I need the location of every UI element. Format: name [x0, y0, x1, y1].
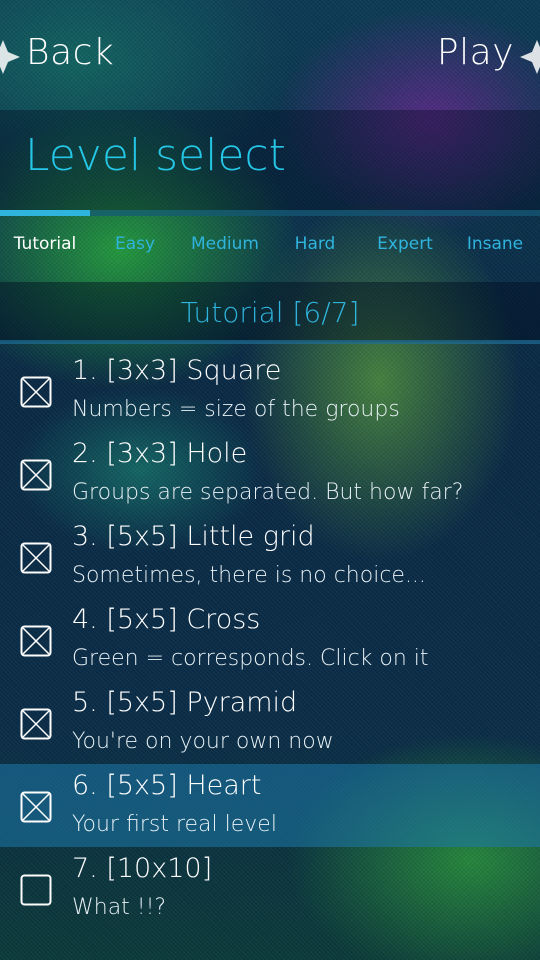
- level-title: 5. [5x5] Pyramid: [72, 687, 298, 718]
- level-subtitle: Sometimes, there is no choice...: [72, 563, 426, 588]
- level-subtitle: Green = corresponds. Click on it: [72, 646, 429, 671]
- level-row[interactable]: 6. [5x5] Heart Your first real level: [0, 764, 540, 847]
- checked-box-icon: [20, 542, 52, 574]
- page-title: Level select: [25, 130, 286, 181]
- tab-tutorial[interactable]: Tutorial: [0, 234, 90, 254]
- section-divider: [0, 340, 540, 344]
- level-subtitle: What !!?: [72, 895, 167, 920]
- level-row[interactable]: 3. [5x5] Little grid Sometimes, there is …: [0, 515, 540, 598]
- level-row[interactable]: 5. [5x5] Pyramid You're on your own now: [0, 681, 540, 764]
- level-list: 1. [3x3] Square Numbers = size of the gro…: [0, 349, 540, 930]
- tab-medium[interactable]: Medium: [180, 234, 270, 254]
- tab-easy[interactable]: Easy: [90, 234, 180, 254]
- tab-hard[interactable]: Hard: [270, 234, 360, 254]
- level-title: 1. [3x3] Square: [72, 355, 282, 386]
- tab-indicator: [0, 210, 90, 216]
- tab-insane[interactable]: Insane: [450, 234, 540, 254]
- empty-box-icon: [20, 874, 52, 906]
- level-title: 3. [5x5] Little grid: [72, 521, 315, 552]
- checked-box-icon: [20, 625, 52, 657]
- difficulty-tabs: Tutorial Easy Medium Hard Expert Insane: [0, 234, 540, 264]
- level-title: 4. [5x5] Cross: [72, 604, 261, 635]
- level-title: 7. [10x10]: [72, 853, 213, 884]
- checked-box-icon: [20, 708, 52, 740]
- level-row[interactable]: 4. [5x5] Cross Green = corresponds. Click…: [0, 598, 540, 681]
- level-title: 2. [3x3] Hole: [72, 438, 248, 469]
- checked-box-icon: [20, 791, 52, 823]
- tab-expert[interactable]: Expert: [360, 234, 450, 254]
- level-title: 6. [5x5] Heart: [72, 770, 262, 801]
- play-button[interactable]: Play: [437, 32, 514, 73]
- level-subtitle: You're on your own now: [72, 729, 334, 754]
- level-subtitle: Groups are separated. But how far?: [72, 480, 464, 505]
- top-navigation: Back Play: [0, 0, 540, 110]
- back-sparkle-icon: [0, 40, 20, 74]
- level-row[interactable]: 2. [3x3] Hole Groups are separated. But h…: [0, 432, 540, 515]
- level-subtitle: Numbers = size of the groups: [72, 397, 400, 422]
- level-row[interactable]: 7. [10x10] What !!?: [0, 847, 540, 930]
- section-title: Tutorial [6/7]: [180, 296, 360, 329]
- checked-box-icon: [20, 376, 52, 408]
- checked-box-icon: [20, 459, 52, 491]
- back-button[interactable]: Back: [26, 32, 114, 73]
- play-sparkle-icon: [520, 40, 540, 74]
- level-row[interactable]: 1. [3x3] Square Numbers = size of the gro…: [0, 349, 540, 432]
- level-subtitle: Your first real level: [72, 812, 277, 837]
